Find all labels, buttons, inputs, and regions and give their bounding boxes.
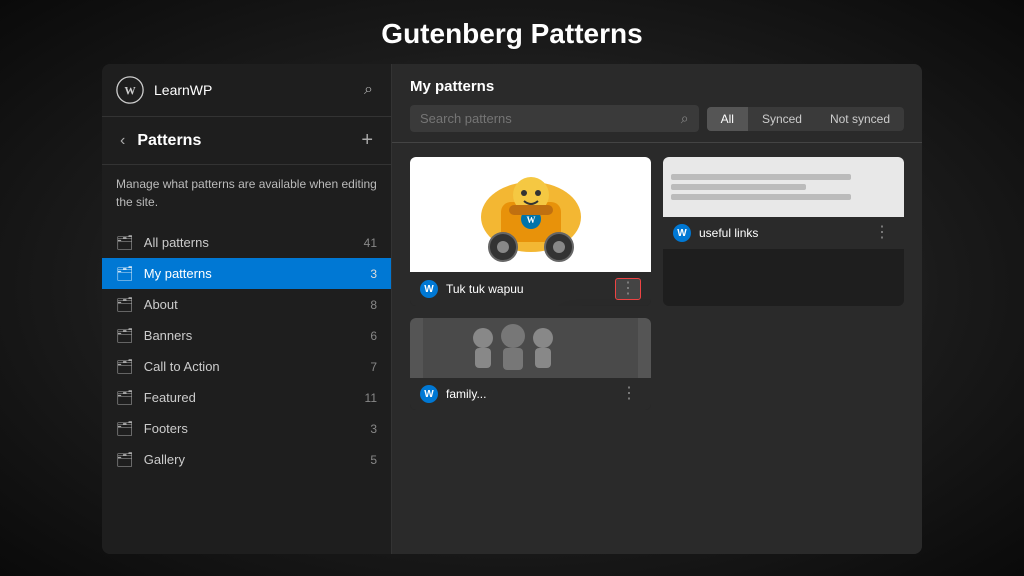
patterns-nav: ‹ Patterns + bbox=[102, 117, 391, 165]
wp-logo-icon: W bbox=[420, 385, 438, 403]
sidebar-item-count: 5 bbox=[370, 453, 377, 467]
family-thumbnail bbox=[410, 318, 651, 378]
tuk-image: W bbox=[441, 157, 621, 272]
folder-icon: 🗂 bbox=[116, 451, 134, 468]
preview-line bbox=[671, 174, 851, 180]
sidebar-search-button[interactable]: ⌕ bbox=[360, 77, 377, 103]
search-input[interactable] bbox=[420, 111, 681, 126]
sidebar-item-label: Featured bbox=[144, 390, 365, 405]
pattern-card-useful-links: W useful links ⋮ bbox=[663, 157, 904, 306]
sidebar-item-all-patterns[interactable]: 🗂 All patterns 41 bbox=[102, 227, 391, 258]
content-title: My patterns bbox=[410, 78, 904, 95]
sidebar-header: W LearnWP ⌕ bbox=[102, 64, 391, 117]
add-pattern-button[interactable]: + bbox=[357, 127, 377, 154]
sidebar-item-label: All patterns bbox=[144, 235, 364, 250]
folder-icon: 🗂 bbox=[116, 234, 134, 251]
pattern-name: useful links bbox=[699, 226, 870, 240]
preview-line bbox=[671, 184, 806, 190]
sidebar-item-label: Footers bbox=[144, 421, 371, 436]
pattern-name: Tuk tuk wapuu bbox=[446, 282, 615, 296]
tab-not-synced[interactable]: Not synced bbox=[816, 107, 904, 131]
useful-links-footer: W useful links ⋮ bbox=[663, 217, 904, 249]
folder-icon: 🗂 bbox=[116, 358, 134, 375]
filter-bar: ⌕ All Synced Not synced bbox=[410, 105, 904, 132]
folder-icon: 🗂 bbox=[116, 327, 134, 344]
sidebar-item-count: 3 bbox=[370, 267, 377, 281]
sidebar-item-label: About bbox=[144, 297, 371, 312]
folder-icon: 🗂 bbox=[116, 389, 134, 406]
sidebar-item-footers[interactable]: 🗂 Footers 3 bbox=[102, 413, 391, 444]
content-header: My patterns ⌕ All Synced Not synced bbox=[392, 64, 922, 143]
sidebar-item-label: Banners bbox=[144, 328, 371, 343]
sidebar-item-count: 11 bbox=[365, 391, 377, 405]
sidebar-item-my-patterns[interactable]: 🗂 My patterns 3 bbox=[102, 258, 391, 289]
sidebar-item-gallery[interactable]: 🗂 Gallery 5 bbox=[102, 444, 391, 475]
sidebar-item-featured[interactable]: 🗂 Featured 11 bbox=[102, 382, 391, 413]
filter-tabs: All Synced Not synced bbox=[707, 107, 904, 131]
preview-line bbox=[671, 194, 851, 200]
pattern-name: family... bbox=[446, 387, 617, 401]
tuk-thumbnail: W bbox=[410, 157, 651, 272]
patterns-section-title: Patterns bbox=[137, 132, 357, 150]
sidebar-item-label: Gallery bbox=[144, 452, 371, 467]
tab-synced[interactable]: Synced bbox=[748, 107, 816, 131]
sidebar-item-count: 8 bbox=[370, 298, 377, 312]
folder-icon: 🗂 bbox=[116, 265, 134, 282]
folder-icon: 🗂 bbox=[116, 296, 134, 313]
search-icon: ⌕ bbox=[681, 110, 689, 127]
wp-logo-icon: W bbox=[673, 224, 691, 242]
sidebar-list: 🗂 All patterns 41 🗂 My patterns 3 🗂 Abou… bbox=[102, 221, 391, 554]
pattern-menu-button-useful-links[interactable]: ⋮ bbox=[870, 223, 894, 243]
useful-links-thumbnail bbox=[663, 157, 904, 217]
main-container: W LearnWP ⌕ ‹ Patterns + Manage what pat… bbox=[102, 64, 922, 554]
back-button[interactable]: ‹ bbox=[116, 130, 129, 152]
svg-text:W: W bbox=[124, 85, 136, 97]
sidebar-item-count: 7 bbox=[370, 360, 377, 374]
wp-logo-icon: W bbox=[116, 76, 144, 104]
search-box: ⌕ bbox=[410, 105, 699, 132]
wp-logo-icon: W bbox=[420, 280, 438, 298]
sidebar-item-label: My patterns bbox=[144, 266, 371, 281]
svg-text:W: W bbox=[526, 215, 535, 225]
useful-links-preview bbox=[663, 157, 904, 217]
tuk-pattern-footer: W Tuk tuk wapuu ⋮ Rename Duplicate Expor… bbox=[410, 272, 651, 306]
sidebar-item-label: Call to Action bbox=[144, 359, 371, 374]
pattern-card-family: W family... ⋮ bbox=[410, 318, 651, 410]
page-title: Gutenberg Patterns bbox=[0, 0, 1024, 64]
pattern-menu-button-tuk[interactable]: ⋮ bbox=[615, 278, 641, 300]
pattern-card-tuk: W W Tuk tuk wapuu ⋮ bbox=[410, 157, 651, 306]
sidebar-item-count: 6 bbox=[370, 329, 377, 343]
sidebar-description: Manage what patterns are available when … bbox=[102, 165, 391, 221]
site-name: LearnWP bbox=[154, 82, 360, 98]
family-footer: W family... ⋮ bbox=[410, 378, 651, 410]
folder-icon: 🗂 bbox=[116, 420, 134, 437]
sidebar-item-banners[interactable]: 🗂 Banners 6 bbox=[102, 320, 391, 351]
family-image bbox=[423, 318, 638, 378]
sidebar-item-count: 41 bbox=[364, 236, 377, 250]
pattern-menu-button-family[interactable]: ⋮ bbox=[617, 384, 641, 404]
sidebar-item-count: 3 bbox=[370, 422, 377, 436]
sidebar-item-about[interactable]: 🗂 About 8 bbox=[102, 289, 391, 320]
tab-all[interactable]: All bbox=[707, 107, 748, 131]
main-content: My patterns ⌕ All Synced Not synced bbox=[392, 64, 922, 554]
patterns-grid: W W Tuk tuk wapuu ⋮ bbox=[392, 143, 922, 554]
sidebar: W LearnWP ⌕ ‹ Patterns + Manage what pat… bbox=[102, 64, 392, 554]
sidebar-item-call-to-action[interactable]: 🗂 Call to Action 7 bbox=[102, 351, 391, 382]
